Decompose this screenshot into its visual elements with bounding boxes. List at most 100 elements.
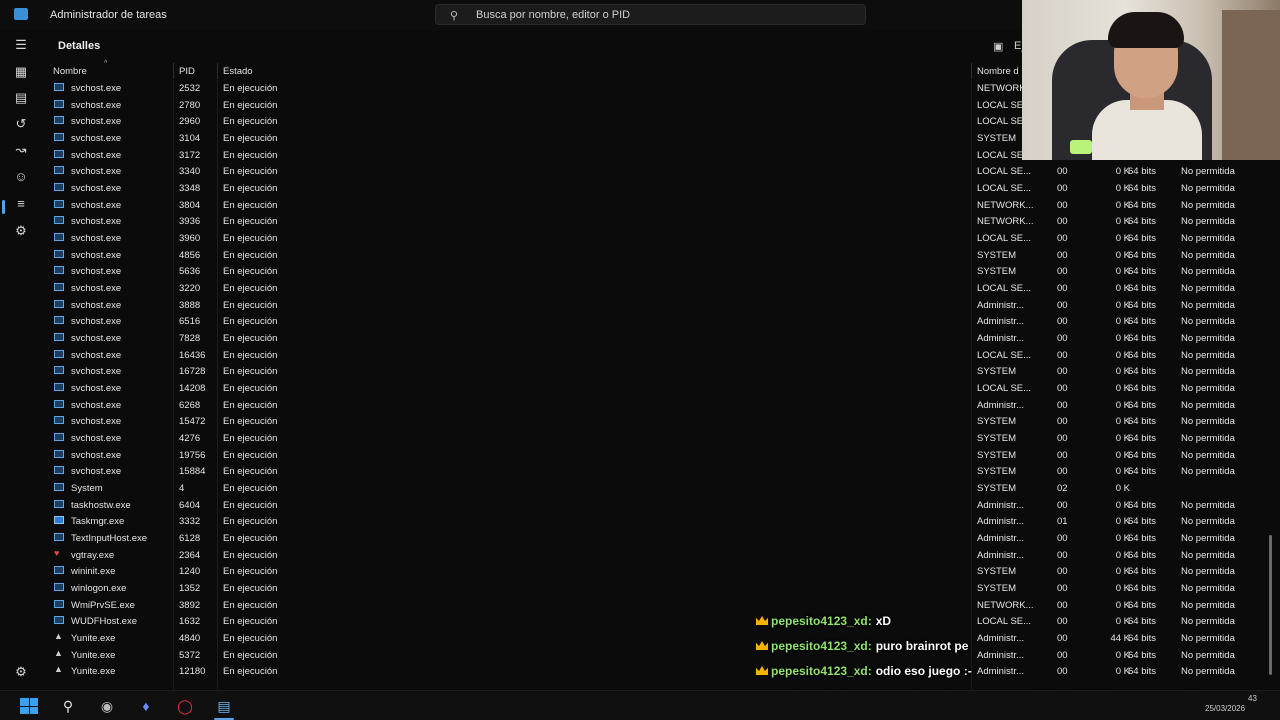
table-row[interactable]: svchost.exe 15884 En ejecución SYSTEM 00 0 K6… <box>42 463 1268 480</box>
table-row[interactable]: taskhostw.exe 6404 En ejecución Administr..… <box>42 497 1268 514</box>
page-title: Detalles <box>58 40 101 52</box>
table-row[interactable]: svchost.exe 7828 En ejecución Administr... 0… <box>42 330 1268 347</box>
table-row[interactable]: WmiPrvSE.exe 3892 En ejecución NETWORK... 00… <box>42 597 1268 614</box>
process-architecture: 64 bits <box>1128 366 1156 378</box>
process-uac-virtualization: No permitida <box>1181 416 1235 428</box>
process-cpu: 00 <box>1057 533 1068 545</box>
process-pid: 6268 <box>179 399 201 411</box>
table-row[interactable]: wininit.exe 1240 En ejecución SYSTEM 00 0 K 64… <box>42 563 1268 580</box>
clock-time[interactable]: 43 <box>1248 694 1257 703</box>
process-pid: 16728 <box>179 366 206 378</box>
table-row[interactable]: ♥ vgtray.exe 2364 En ejecución Administr... 0… <box>42 547 1268 564</box>
task-manager-icon[interactable]: ▤ <box>213 696 235 716</box>
start-icon[interactable] <box>18 696 40 716</box>
search-input[interactable] <box>476 8 846 22</box>
process-memory: 0 K <box>1115 233 1130 245</box>
opera-icon[interactable]: ◯ <box>174 696 196 716</box>
table-row[interactable]: svchost.exe 5636 En ejecución SYSTEM 00 0 K 64… <box>42 263 1268 280</box>
process-state: En ejecución <box>223 433 278 445</box>
process-architecture: 64 bits <box>1128 449 1156 461</box>
processes-icon[interactable]: ▦ <box>11 62 31 82</box>
table-row[interactable]: svchost.exe 4276 En ejecución SYSTEM 00 0 K 64… <box>42 430 1268 447</box>
process-user: Administr... <box>977 533 1024 545</box>
process-state: En ejecución <box>223 233 278 245</box>
process-cpu: 00 <box>1057 383 1068 395</box>
table-row[interactable]: svchost.exe 3936 En ejecución NETWORK... 00 0… <box>42 213 1268 230</box>
app-icon-2[interactable]: ♦ <box>135 696 157 716</box>
process-cpu: 00 <box>1057 499 1068 511</box>
table-row[interactable]: TextInputHost.exe 6128 En ejecución Adminis… <box>42 530 1268 547</box>
process-user: SYSTEM <box>977 366 1017 378</box>
table-row[interactable]: Taskmgr.exe 3332 En ejecución Administr... 0… <box>42 513 1268 530</box>
column-header-pid[interactable]: PID <box>179 66 195 77</box>
process-cpu: 00 <box>1057 283 1068 295</box>
column-divider[interactable] <box>173 63 174 79</box>
startup-icon[interactable]: ↝ <box>11 140 31 160</box>
process-uac-virtualization: No permitida <box>1181 183 1235 195</box>
process-architecture: 64 bits <box>1128 533 1156 545</box>
chat-text: odio eso juego :- <box>875 664 972 678</box>
process-icon <box>54 616 64 625</box>
process-pid: 3220 <box>179 283 201 295</box>
process-cpu: 00 <box>1057 233 1068 245</box>
table-row[interactable]: svchost.exe 14208 En ejecución LOCAL SE... 0… <box>42 380 1268 397</box>
process-user: SYSTEM <box>977 466 1017 478</box>
table-row[interactable]: svchost.exe 3960 En ejecución LOCAL SE... 00… <box>42 230 1268 247</box>
process-user: SYSTEM <box>977 449 1017 461</box>
process-name: svchost.exe <box>71 333 122 345</box>
table-row[interactable]: svchost.exe 6516 En ejecución Administr... 0… <box>42 313 1268 330</box>
chat-text: xD <box>875 614 892 628</box>
services-icon[interactable]: ⚙ <box>11 221 31 241</box>
history-icon[interactable]: ↺ <box>11 114 31 134</box>
process-architecture: 64 bits <box>1128 216 1156 228</box>
table-row[interactable]: svchost.exe 16436 En ejecución LOCAL SE... 0… <box>42 347 1268 364</box>
table-row[interactable]: svchost.exe 3888 En ejecución Administr... 0… <box>42 297 1268 314</box>
process-user: SYSTEM <box>977 249 1017 261</box>
table-row[interactable]: svchost.exe 3348 En ejecución LOCAL SE... 00… <box>42 180 1268 197</box>
clock-date[interactable]: 25/03/2026 <box>1205 704 1245 713</box>
process-name: WmiPrvSE.exe <box>71 599 135 611</box>
settings-icon[interactable]: ⚙ <box>11 662 31 682</box>
menu-icon[interactable]: ☰ <box>11 35 31 55</box>
process-pid: 3804 <box>179 199 201 211</box>
process-name: svchost.exe <box>71 449 122 461</box>
column-header-name[interactable]: Nombre <box>53 66 87 77</box>
process-memory: 0 K <box>1115 566 1130 578</box>
column-header-state[interactable]: Estado <box>223 66 253 77</box>
process-icon <box>54 599 64 608</box>
process-state: En ejecución <box>223 499 278 511</box>
process-memory: 0 K <box>1115 466 1130 478</box>
table-row[interactable]: System 4 En ejecución SYSTEM 02 0 K <box>42 480 1268 497</box>
table-row[interactable]: winlogon.exe 1352 En ejecución SYSTEM 00 0 K6… <box>42 580 1268 597</box>
table-row[interactable]: svchost.exe 19756 En ejecución SYSTEM 00 0 K6… <box>42 447 1268 464</box>
table-row[interactable]: svchost.exe 6268 En ejecución Administr... 0… <box>42 397 1268 414</box>
users-icon[interactable]: ☺ <box>11 167 31 187</box>
search-box[interactable]: ⚲ <box>435 4 866 25</box>
process-memory: 0 K <box>1115 316 1130 328</box>
efficiency-mode-icon[interactable]: ▣ <box>993 40 1003 53</box>
table-row[interactable]: svchost.exe 3804 En ejecución NETWORK... 00 0… <box>42 197 1268 214</box>
process-icon <box>54 183 64 192</box>
table-row[interactable]: svchost.exe 3340 En ejecución LOCAL SE... 00… <box>42 163 1268 180</box>
table-row[interactable]: svchost.exe 4856 En ejecución SYSTEM 00 0 K 64… <box>42 247 1268 264</box>
app-icon[interactable]: ◉ <box>96 696 118 716</box>
column-header-user[interactable]: Nombre d <box>977 66 1021 77</box>
process-pid: 4276 <box>179 433 201 445</box>
task-manager-logo-icon <box>14 8 28 20</box>
process-state: En ejecución <box>223 149 278 161</box>
column-divider[interactable] <box>971 63 972 79</box>
details-icon[interactable]: ≡ <box>11 194 31 214</box>
process-name: Taskmgr.exe <box>71 516 125 528</box>
table-row[interactable]: svchost.exe 3220 En ejecución LOCAL SE... 00… <box>42 280 1268 297</box>
performance-icon[interactable]: ▤ <box>11 88 31 108</box>
taskbar-search-icon[interactable]: ⚲ <box>57 696 79 716</box>
process-name: svchost.exe <box>71 249 122 261</box>
table-row[interactable]: svchost.exe 15472 En ejecución SYSTEM 00 0 K6… <box>42 413 1268 430</box>
process-icon <box>54 366 64 375</box>
process-cpu: 00 <box>1057 216 1068 228</box>
process-pid: 6516 <box>179 316 201 328</box>
process-memory: 0 K <box>1115 516 1130 528</box>
table-row[interactable]: svchost.exe 16728 En ejecución SYSTEM 00 0 K6… <box>42 363 1268 380</box>
process-uac-virtualization: No permitida <box>1181 549 1235 561</box>
column-divider[interactable] <box>217 63 218 79</box>
